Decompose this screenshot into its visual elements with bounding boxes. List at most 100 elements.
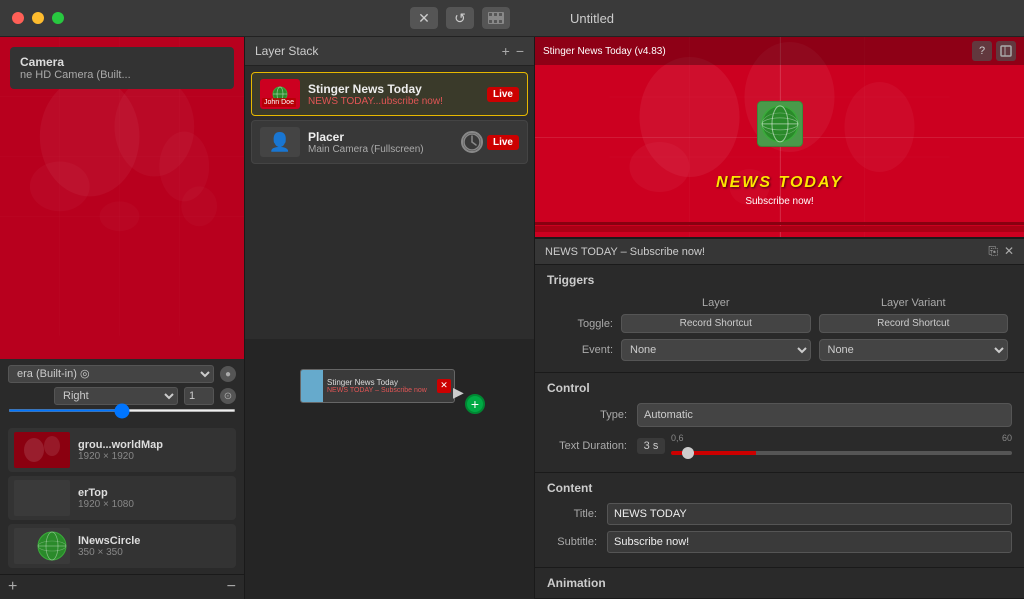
- add-node-btn[interactable]: +: [465, 394, 485, 414]
- settings-area: era (Built-in) ◎ ● Right ⊙: [0, 359, 244, 422]
- thumb-size-ertop: 1920 × 1080: [78, 499, 230, 510]
- live-badge-stinger: Live: [487, 87, 519, 102]
- slider-min-label: 0,6: [671, 433, 684, 443]
- film-icon-btn[interactable]: [482, 7, 510, 29]
- thumbnail-list: grou...worldMap 1920 × 1920 erTop 1920 ×…: [0, 422, 244, 574]
- duration-row: Text Duration: 3 s 0,6 60: [547, 433, 1012, 458]
- person-icon: 👤: [269, 132, 291, 153]
- thumbnail-item-worldmap[interactable]: grou...worldMap 1920 × 1920: [8, 428, 236, 472]
- type-select[interactable]: Automatic: [637, 403, 1012, 427]
- camera-select[interactable]: era (Built-in) ◎: [8, 365, 214, 383]
- node-name: Stinger News Today: [327, 378, 433, 387]
- animation-section: Animation: [535, 568, 1024, 599]
- duration-slider[interactable]: [671, 451, 1012, 455]
- john-doe-tag: John Doe: [262, 98, 296, 107]
- left-panel-bottom-controls: + −: [0, 574, 244, 599]
- slider-max-label: 60: [1002, 433, 1012, 443]
- info-copy-icon[interactable]: ⎘: [988, 244, 998, 259]
- close-button[interactable]: [12, 12, 24, 24]
- trigger-toggle-row: Toggle: Record Shortcut Record Shortcut: [547, 311, 1012, 336]
- content-title: Content: [547, 481, 1012, 495]
- title-input[interactable]: [607, 503, 1012, 525]
- info-close-icon[interactable]: ✕: [1004, 244, 1014, 259]
- preview-top-bar-title: Stinger News Today (v4.83): [543, 46, 666, 57]
- preview-title-text: NEWS TODAY: [535, 174, 1024, 192]
- control-title: Control: [547, 381, 1012, 395]
- minimize-button[interactable]: [32, 12, 44, 24]
- layer-stack-header: Layer Stack + −: [245, 37, 534, 66]
- thumbnail-item-newscircle[interactable]: lNewsCircle 350 × 350: [8, 524, 236, 568]
- layer-item-stinger[interactable]: John Doe Stinger News Today NEWS TODAY..…: [251, 72, 528, 116]
- thumb-size-newscircle: 350 × 350: [78, 547, 230, 558]
- layer-name-placer: Placer: [308, 130, 453, 144]
- content-section: Content Title: Subtitle:: [535, 473, 1024, 568]
- window-title: Untitled: [570, 11, 614, 26]
- triggers-table: Layer Layer Variant Toggle: Record Short…: [547, 295, 1012, 364]
- title-row: Title:: [547, 503, 1012, 525]
- layer-stack-remove-btn[interactable]: −: [516, 43, 524, 59]
- close-icon-btn[interactable]: ✕: [410, 7, 438, 29]
- layer-list: John Doe Stinger News Today NEWS TODAY..…: [245, 66, 534, 339]
- camera-sublabel: ne HD Camera (Built...: [20, 69, 224, 81]
- title-label: Title:: [547, 508, 607, 520]
- triggers-section: Triggers Layer Layer Variant Toggle: Rec…: [535, 265, 1024, 373]
- node-info: Stinger News Today NEWS TODAY – Subscrib…: [323, 376, 437, 396]
- subtitle-input[interactable]: [607, 531, 1012, 553]
- node-subtitle: NEWS TODAY – Subscribe now: [327, 387, 433, 394]
- type-row: Type: Automatic: [547, 403, 1012, 427]
- preview-red-bg: NEWS TODAY Subscribe now!: [535, 37, 1024, 237]
- right-panel: NEWS TODAY Subscribe now! Stinger News T…: [535, 37, 1024, 599]
- toggle-layer-cell: Record Shortcut: [617, 311, 815, 336]
- left-preview: Camera ne HD Camera (Built...: [0, 37, 244, 359]
- node-close-btn[interactable]: ✕: [437, 379, 451, 393]
- thumb-size-worldmap: 1920 × 1920: [78, 451, 230, 462]
- toggle-variant-shortcut-btn[interactable]: Record Shortcut: [819, 314, 1009, 333]
- col-layer-header: Layer: [617, 295, 815, 311]
- preview-expand-btn[interactable]: [996, 41, 1016, 61]
- maximize-button[interactable]: [52, 12, 64, 24]
- preview-bar-2: [535, 222, 1024, 225]
- add-item-btn[interactable]: +: [8, 579, 17, 595]
- thumb-info-worldmap: grou...worldMap 1920 × 1920: [78, 439, 230, 462]
- node-color-bar: [301, 370, 323, 402]
- thumb-preview-newscircle: [14, 528, 70, 564]
- camera-settings-btn[interactable]: ●: [220, 366, 236, 382]
- layer-thumb-placer: 👤: [260, 127, 300, 157]
- layer-item-placer[interactable]: 👤 Placer Main Camera (Fullscreen) Live: [251, 120, 528, 164]
- layer-stack-add-btn[interactable]: +: [502, 43, 510, 59]
- camera-label-area: Camera ne HD Camera (Built...: [10, 47, 234, 89]
- film-icon: [488, 12, 504, 24]
- middle-panel: Layer Stack + − John Doe: [245, 37, 535, 599]
- slider-container: 0,6 60: [671, 433, 1012, 458]
- preview-bar-1: [535, 226, 1024, 232]
- stinger-node[interactable]: Stinger News Today NEWS TODAY – Subscrib…: [300, 369, 455, 403]
- event-label: Event:: [547, 336, 617, 364]
- camera-label: Camera: [20, 55, 224, 69]
- preview-area: NEWS TODAY Subscribe now! Stinger News T…: [535, 37, 1024, 238]
- layer-info-placer: Placer Main Camera (Fullscreen): [308, 130, 453, 155]
- type-value-container: Automatic: [637, 403, 1012, 427]
- thumbnail-item-ertop[interactable]: erTop 1920 × 1080: [8, 476, 236, 520]
- thumb-name-ertop: erTop: [78, 487, 230, 499]
- preview-help-btn[interactable]: ?: [972, 41, 992, 61]
- subtitle-row: Subtitle:: [547, 531, 1012, 553]
- trigger-event-row: Event: None None: [547, 336, 1012, 364]
- refresh-icon-btn[interactable]: ↺: [446, 7, 474, 29]
- settings-slider[interactable]: [8, 409, 236, 412]
- duration-slider-area: 3 s 0,6 60: [637, 433, 1012, 458]
- remove-item-btn[interactable]: −: [227, 579, 236, 595]
- animation-title: Animation: [547, 576, 1012, 590]
- info-bar: NEWS TODAY – Subscribe now! ⎘ ✕: [535, 238, 1024, 265]
- col-variant-header: Layer Variant: [815, 295, 1013, 311]
- event-layer-cell: None: [617, 336, 815, 364]
- type-label: Type:: [547, 409, 637, 421]
- event-layer-select[interactable]: None: [621, 339, 811, 361]
- left-panel: Camera ne HD Camera (Built... era (Built…: [0, 37, 245, 599]
- toggle-layer-shortcut-btn[interactable]: Record Shortcut: [621, 314, 811, 333]
- title-bar: ✕ ↺ Untitled: [0, 0, 1024, 37]
- preview-globe: [752, 96, 807, 154]
- layer-info-stinger: Stinger News Today NEWS TODAY...ubscribe…: [308, 82, 479, 107]
- info-bar-title: NEWS TODAY – Subscribe now!: [545, 246, 705, 258]
- event-variant-select[interactable]: None: [819, 339, 1009, 361]
- thumb-info-newscircle: lNewsCircle 350 × 350: [78, 535, 230, 558]
